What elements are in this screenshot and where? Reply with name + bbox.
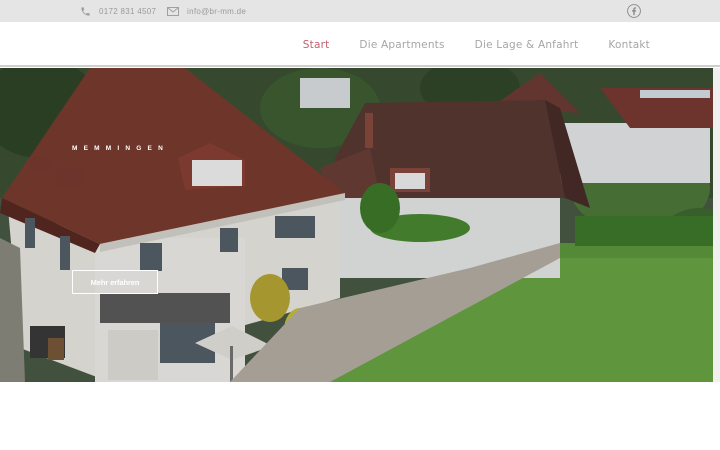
hero-overlay [0,68,713,382]
more-info-button[interactable]: Mehr erfahren [72,270,158,294]
envelope-icon [167,6,179,16]
scrollbar[interactable] [713,68,720,382]
hero-banner: MEMMINGEN Mehr erfahren [0,68,713,382]
contact-bar: 0172 831 4507 info@br-mm.de [0,0,720,22]
nav-item-contact[interactable]: Kontakt [608,39,650,51]
nav-item-start[interactable]: Start [303,39,330,51]
phone-contact[interactable]: 0172 831 4507 [80,0,156,22]
nav-item-location[interactable]: Die Lage & Anfahrt [475,39,579,51]
phone-number: 0172 831 4507 [99,6,157,16]
nav-item-apartments[interactable]: Die Apartments [359,39,444,51]
phone-icon [81,6,90,16]
email-address: info@br-mm.de [187,6,247,16]
facebook-icon[interactable] [627,4,641,18]
main-nav: Start Die Apartments Die Lage & Anfahrt … [273,22,650,67]
email-contact[interactable]: info@br-mm.de [167,0,246,22]
main-navbar: Start Die Apartments Die Lage & Anfahrt … [0,22,720,67]
hero-city-label: MEMMINGEN [72,145,169,152]
